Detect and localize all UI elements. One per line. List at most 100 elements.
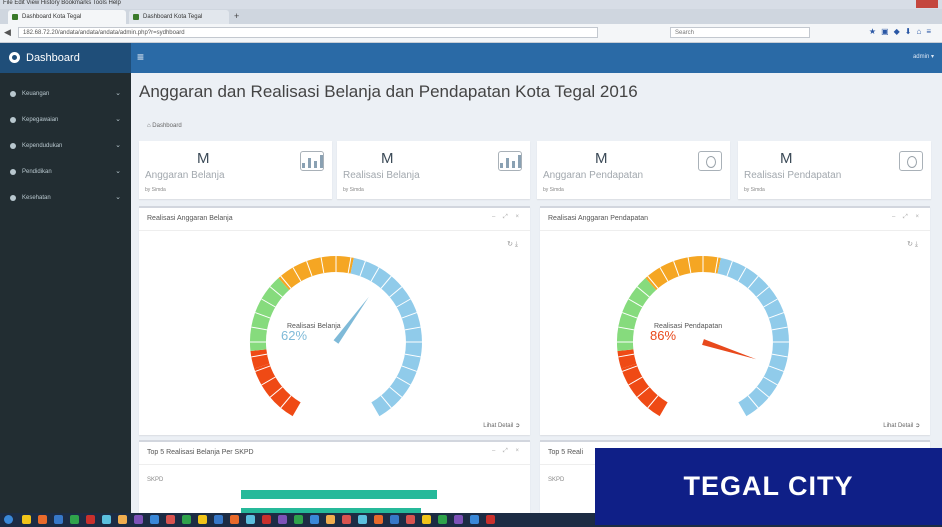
tab-label: Dashboard Kota Tegal bbox=[22, 14, 82, 20]
taskbar-app-icon[interactable] bbox=[150, 515, 159, 524]
taskbar-app-icon[interactable] bbox=[86, 515, 95, 524]
browser-tab-2[interactable]: Dashboard Kota Tegal bbox=[129, 10, 229, 24]
browser-tab-bar: Dashboard Kota Tegal Dashboard Kota Tega… bbox=[0, 9, 942, 24]
taskbar-app-icon[interactable] bbox=[278, 515, 287, 524]
menubar-text[interactable]: File Edit View History Bookmarks Tools H… bbox=[3, 0, 121, 6]
back-icon[interactable]: ◀ bbox=[4, 27, 11, 38]
browser-tab-1[interactable]: Dashboard Kota Tegal bbox=[8, 10, 126, 24]
chevron-down-icon: ⌄ bbox=[115, 168, 121, 175]
lihat-detail-label: Lihat Detail bbox=[483, 423, 514, 429]
gauge-band bbox=[717, 257, 789, 417]
stat-source: by Simda bbox=[343, 187, 364, 193]
top-header: ≡ admin ▾ bbox=[131, 43, 942, 73]
taskbar-app-icon[interactable] bbox=[246, 515, 255, 524]
sidebar-item-pendidikan[interactable]: Pendidikan ⌄ bbox=[0, 159, 131, 185]
arrow-circle-icon: ➲ bbox=[514, 423, 520, 429]
sidebar-item-label: Pendidikan bbox=[22, 169, 52, 175]
taskbar-app-icon[interactable] bbox=[358, 515, 367, 524]
panel-tools-icons[interactable]: – ⤢ × bbox=[492, 448, 522, 455]
taskbar-app-icon[interactable] bbox=[38, 515, 47, 524]
panel-realisasi-belanja: Realisasi Anggaran Belanja – ⤢ × ↻ ⤓ Rea… bbox=[139, 206, 530, 435]
browser-toolbar-icons[interactable]: ★▣◆⬇⌂≡ bbox=[869, 27, 936, 36]
taskbar-app-icon[interactable] bbox=[454, 515, 463, 524]
panel-title: Top 5 Realisasi Belanja Per SKPD bbox=[147, 449, 254, 456]
taskbar-app-icon[interactable] bbox=[310, 515, 319, 524]
sidebar-item-kependudukan[interactable]: Kependudukan ⌄ bbox=[0, 133, 131, 159]
taskbar-app-icon[interactable] bbox=[422, 515, 431, 524]
gear-icon bbox=[10, 143, 16, 149]
chevron-down-icon: ⌄ bbox=[115, 194, 121, 201]
chevron-down-icon: ⌄ bbox=[115, 90, 121, 97]
taskbar-app-icon[interactable] bbox=[390, 515, 399, 524]
sidebar-item-kepegawaian[interactable]: Kepegawaian ⌄ bbox=[0, 107, 131, 133]
taskbar-app-icon[interactable] bbox=[118, 515, 127, 524]
start-button[interactable] bbox=[4, 515, 13, 524]
favicon-icon bbox=[12, 14, 18, 20]
gear-icon bbox=[10, 117, 16, 123]
browser-navbar: ◀ 182.68.72.20/andata/andata/andata/admi… bbox=[0, 24, 942, 43]
taskbar-app-icon[interactable] bbox=[374, 515, 383, 524]
stat-value: M bbox=[381, 150, 394, 167]
dashboard-logo-icon bbox=[9, 52, 20, 63]
lihat-detail-link[interactable]: Lihat Detail ➲ bbox=[883, 422, 920, 429]
taskbar-app-icon[interactable] bbox=[214, 515, 223, 524]
breadcrumb[interactable]: ⌂ Dashboard bbox=[147, 123, 182, 129]
stat-source: by Simda bbox=[543, 187, 564, 193]
stat-label: Realisasi Pendapatan bbox=[744, 170, 842, 181]
sidebar-item-label: Kependudukan bbox=[22, 143, 63, 149]
brand-label: Dashboard bbox=[26, 52, 80, 64]
taskbar-app-icon[interactable] bbox=[342, 515, 351, 524]
taskbar-app-icon[interactable] bbox=[230, 515, 239, 524]
taskbar-app-icon[interactable] bbox=[294, 515, 303, 524]
taskbar-app-icon[interactable] bbox=[262, 515, 271, 524]
stat-label: Realisasi Belanja bbox=[343, 170, 420, 181]
browser-search-input[interactable]: Search bbox=[670, 27, 810, 38]
lihat-detail-link[interactable]: Lihat Detail ➲ bbox=[483, 422, 520, 429]
gauge-band bbox=[254, 363, 302, 417]
stat-anggaran-pendapatan: M Anggaran Pendapatan by Simda bbox=[537, 141, 730, 199]
panel-title: Top 5 Reali bbox=[548, 449, 584, 456]
gauge-band bbox=[350, 257, 422, 417]
sidebar-item-label: Kesehatan bbox=[22, 195, 51, 201]
menu-toggle-icon[interactable]: ≡ bbox=[137, 51, 144, 63]
gear-icon bbox=[10, 195, 16, 201]
gear-icon bbox=[10, 169, 16, 175]
taskbar-app-icon[interactable] bbox=[22, 515, 31, 524]
url-bar[interactable]: 182.68.72.20/andata/andata/andata/admin.… bbox=[18, 27, 598, 38]
new-tab-button[interactable]: + bbox=[234, 11, 239, 21]
breadcrumb-label: Dashboard bbox=[152, 123, 182, 129]
taskbar-app-icon[interactable] bbox=[166, 515, 175, 524]
sidebar-item-label: Kepegawaian bbox=[22, 117, 59, 123]
stat-label: Anggaran Belanja bbox=[145, 170, 225, 181]
taskbar-app-icon[interactable] bbox=[470, 515, 479, 524]
sidebar-item-kesehatan[interactable]: Kesehatan ⌄ bbox=[0, 185, 131, 211]
window-controls[interactable] bbox=[916, 0, 938, 8]
gauge-belanja: Realisasi Belanja 62% bbox=[249, 256, 422, 417]
sidebar-item-keuangan[interactable]: Keuangan ⌄ bbox=[0, 81, 131, 107]
stat-source: by Simda bbox=[744, 187, 765, 193]
lihat-detail-label: Lihat Detail bbox=[883, 423, 914, 429]
stat-value: M bbox=[780, 150, 793, 167]
bar-chart-icon bbox=[300, 151, 324, 171]
taskbar-app-icon[interactable] bbox=[438, 515, 447, 524]
tab-label: Dashboard Kota Tegal bbox=[143, 14, 203, 20]
taskbar-app-icon[interactable] bbox=[134, 515, 143, 524]
chevron-down-icon: ⌄ bbox=[115, 116, 121, 123]
user-menu[interactable]: admin ▾ bbox=[913, 53, 934, 60]
overlay-caption: TEGAL CITY bbox=[595, 448, 942, 525]
stat-realisasi-belanja: M Realisasi Belanja by Simda bbox=[337, 141, 530, 199]
taskbar-app-icon[interactable] bbox=[102, 515, 111, 524]
gauge-pendapatan: Realisasi Pendapatan 86% bbox=[616, 256, 789, 417]
taskbar-app-icon[interactable] bbox=[326, 515, 335, 524]
taskbar-app-icon[interactable] bbox=[182, 515, 191, 524]
stat-anggaran-belanja: M Anggaran Belanja by Simda bbox=[139, 141, 332, 199]
taskbar-app-icon[interactable] bbox=[70, 515, 79, 524]
taskbar-app-icon[interactable] bbox=[486, 515, 495, 524]
gauge-band bbox=[621, 363, 669, 417]
taskbar-app-icon[interactable] bbox=[406, 515, 415, 524]
taskbar-app-icon[interactable] bbox=[54, 515, 63, 524]
bar-mark bbox=[241, 490, 437, 499]
sidebar-brand[interactable]: Dashboard bbox=[0, 43, 131, 73]
taskbar-app-icon[interactable] bbox=[198, 515, 207, 524]
sidebar: Dashboard Keuangan ⌄ Kepegawaian ⌄ Kepen… bbox=[0, 43, 131, 513]
